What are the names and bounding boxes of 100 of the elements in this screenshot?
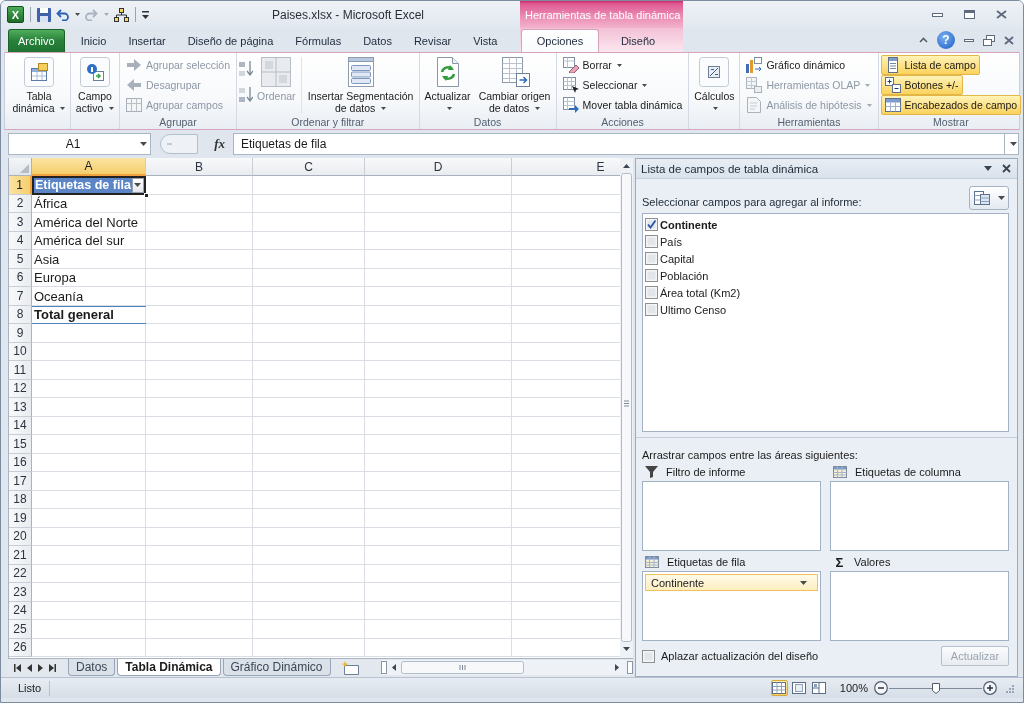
ribbon-button[interactable]: Actualizar (421, 55, 474, 115)
column-header[interactable]: C (253, 158, 365, 176)
zoom-level[interactable]: 100% (839, 682, 868, 694)
checkbox[interactable] (645, 235, 658, 248)
horizontal-scrollbar[interactable] (381, 660, 633, 675)
insert-sheet-icon[interactable] (340, 661, 359, 675)
ribbon-button[interactable]: Cálculos (691, 55, 738, 115)
sheet-tab[interactable]: Gráfico Dinámico (222, 659, 331, 676)
row-header[interactable]: 5 (9, 250, 32, 269)
ribbon-tab[interactable]: Inicio (69, 29, 118, 52)
minimize-icon[interactable] (964, 38, 974, 42)
ribbon-button[interactable]: Seleccionar (558, 75, 652, 95)
field-label[interactable]: Continente (660, 218, 718, 231)
sheet-tab[interactable]: Datos (68, 659, 116, 676)
minimize-icon[interactable] (932, 12, 943, 17)
ribbon-button[interactable]: Campo activo (73, 55, 117, 115)
row-header[interactable]: 9 (9, 324, 32, 343)
checkbox[interactable] (645, 269, 658, 282)
field-label[interactable]: País (660, 235, 682, 248)
restore-icon[interactable] (983, 34, 995, 46)
row-header[interactable]: 19 (9, 509, 32, 528)
field-layout-button[interactable] (969, 186, 1009, 210)
name-box[interactable]: A1 (8, 133, 151, 155)
row-header[interactable]: 17 (9, 472, 32, 491)
file-tab[interactable]: Archivo (8, 29, 65, 52)
column-header[interactable]: A (32, 158, 146, 176)
toggle-button[interactable]: Lista de campo (880, 55, 980, 75)
field-label[interactable]: Ultimo Censo (660, 303, 727, 316)
ribbon-tab[interactable]: Revisar (402, 29, 463, 52)
resize-handle-icon[interactable] (158, 134, 198, 154)
toggle-button[interactable]: Encabezados de campo (880, 95, 1022, 115)
close-icon[interactable] (996, 10, 1007, 19)
formula-field[interactable]: Etiquetas de fila (233, 133, 1005, 155)
ribbon-tab[interactable]: Diseño de página (176, 29, 285, 52)
row-header[interactable]: 1 (9, 176, 32, 195)
checkbox[interactable] (645, 286, 658, 299)
maximize-icon[interactable] (964, 10, 975, 19)
row-header[interactable]: 21 (9, 546, 32, 565)
zoom-out-icon[interactable] (874, 681, 888, 695)
drop-area[interactable]: Continente (642, 571, 821, 641)
ribbon-button[interactable]: Cambiar origen de datos (475, 55, 554, 115)
row-header[interactable]: 13 (9, 398, 32, 417)
app-logo[interactable]: X (7, 6, 24, 23)
checkbox[interactable] (642, 649, 655, 663)
field-label[interactable]: Área total (Km2) (660, 286, 741, 299)
ribbon-tab[interactable]: Diseño (599, 29, 677, 52)
row-header[interactable]: 15 (9, 435, 32, 454)
expand-formula-button[interactable] (1005, 133, 1019, 155)
area-label: Etiquetas de columna (855, 466, 961, 478)
column-header[interactable]: E (512, 158, 620, 176)
ribbon-button[interactable]: Tabla dinámica (10, 55, 68, 115)
ribbon-tab[interactable]: Insertar (117, 29, 177, 52)
column-header[interactable]: B (146, 158, 253, 176)
next-sheet-icon[interactable] (38, 664, 43, 672)
view-button[interactable] (790, 680, 808, 696)
zoom-in-icon[interactable] (983, 681, 997, 695)
sort-descending-button[interactable] (239, 87, 254, 103)
first-sheet-icon[interactable] (14, 664, 21, 672)
view-button[interactable] (770, 680, 788, 696)
insert-function-button[interactable]: fx (212, 136, 227, 152)
ribbon-button[interactable]: Borrar (558, 55, 626, 75)
undo-icon[interactable] (56, 8, 69, 21)
ribbon-tab[interactable]: Vista (462, 29, 509, 52)
row-header[interactable]: 11 (9, 361, 32, 380)
sheet-tab[interactable]: Tabla Dinámica (117, 659, 221, 676)
close-icon[interactable] (1004, 35, 1014, 45)
fill-handle-icon[interactable] (144, 192, 149, 198)
document-icon (746, 97, 763, 113)
column-header[interactable]: D (365, 158, 512, 176)
hierarchy-icon[interactable] (114, 7, 129, 22)
column-grid-icon (833, 466, 847, 478)
row-header[interactable]: 23 (9, 583, 32, 602)
last-sheet-icon[interactable] (49, 664, 56, 672)
ribbon-tab[interactable]: Fórmulas (284, 29, 353, 52)
sort-ascending-button[interactable] (239, 61, 254, 77)
ribbon-button[interactable]: Insertar Segmentación de datos (304, 55, 417, 115)
zoom-slider[interactable] (889, 682, 982, 694)
view-button[interactable] (810, 680, 828, 696)
save-icon[interactable] (37, 7, 51, 22)
ribbon-tab[interactable]: Datos (352, 29, 403, 52)
previous-sheet-icon[interactable] (27, 664, 32, 672)
toggle-button[interactable]: Botones +/- (880, 75, 963, 95)
row-header[interactable]: 7 (9, 287, 32, 306)
checkbox[interactable] (645, 252, 658, 265)
pane-menu-icon[interactable] (984, 166, 992, 171)
row-header[interactable]: 3 (9, 213, 32, 232)
field-label[interactable]: Población (660, 269, 709, 282)
checkbox[interactable] (645, 303, 658, 316)
ribbon-button[interactable]: Gráfico dinámico (742, 55, 850, 75)
field-chip[interactable]: Continente (645, 574, 818, 591)
customize-toolbar-icon[interactable] (142, 10, 149, 19)
field-label[interactable]: Capital (660, 252, 695, 265)
chevron-up-icon[interactable] (919, 37, 928, 43)
ribbon-button[interactable]: Mover tabla dinámica (558, 95, 687, 115)
row-header[interactable]: 25 (9, 620, 32, 639)
vertical-scrollbar[interactable] (620, 158, 633, 658)
slider-thumb[interactable] (931, 682, 940, 694)
ribbon-tab[interactable]: Opciones (521, 29, 599, 52)
checkbox[interactable] (645, 218, 658, 231)
close-icon[interactable] (1002, 164, 1011, 173)
